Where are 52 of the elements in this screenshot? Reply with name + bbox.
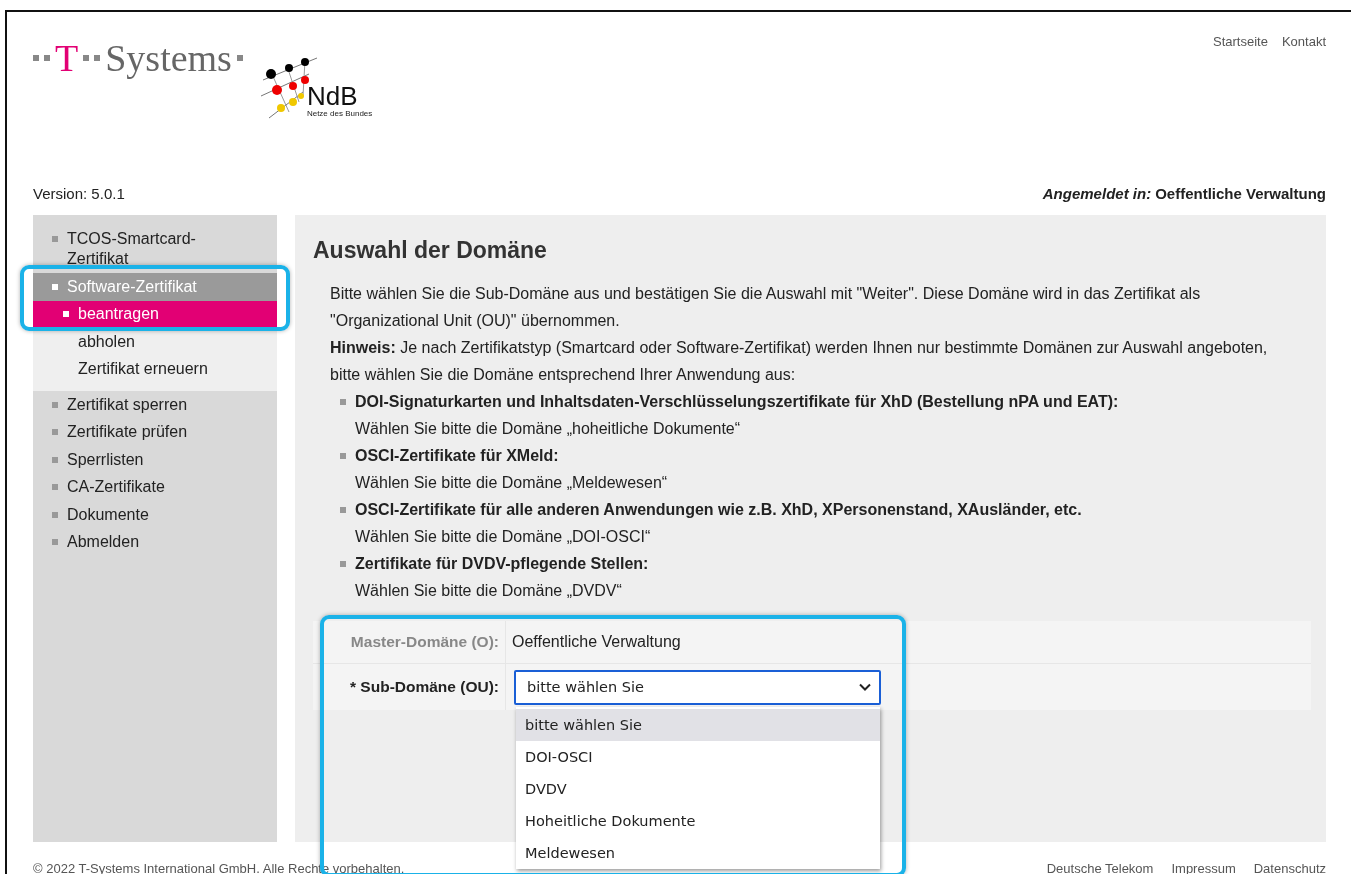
header-link[interactable]: Startseite [1213, 34, 1268, 172]
field-label: * Sub-Domäne (OU): [349, 678, 500, 696]
dropdown-option[interactable]: Meldewesen [516, 836, 880, 869]
bullet-icon [340, 561, 346, 567]
bullet-title: OSCI-Zertifikate für XMeld: [355, 446, 560, 466]
bullet-icon [340, 507, 346, 513]
bullet-icon [340, 399, 346, 405]
bullet-icon [52, 511, 58, 518]
sidebar-item[interactable]: Abmelden [33, 528, 277, 556]
sidebar-item[interactable]: TCOS-Smartcard-Zertifikat [33, 227, 277, 273]
bullet-text: Wählen Sie bitte die Domäne „DOI-OSCI“ [355, 528, 651, 545]
login-domain: Oeffentliche Verwaltung [1155, 185, 1326, 202]
header-link[interactable]: Kontakt [1281, 34, 1326, 172]
footer-link[interactable]: Deutsche Telekom [1046, 860, 1154, 874]
bullet-title: Zertifikate für DVDV-pflegende Stellen: [355, 554, 649, 574]
bullet-icon [340, 453, 346, 459]
dropdown-option[interactable]: DVDV [516, 772, 880, 805]
bullet-title: OSCI-Zertifikate für alle anderen Anwendungen wie z.B. XhD, XPersonenstand, XAusländer, etc. [355, 500, 1082, 520]
bullet-icon [52, 283, 58, 290]
note-text: Hinweis: Je nach Zertifikatstyp (Smartcard oder Software-Zertifikat) werden Ihnen nur bestimmte Domänen zur Auswahl angeboten, bitte wählen Sie die Domäne entsprechend Ihrer Anwendung aus: [330, 338, 1269, 385]
sidebar-item[interactable]: Dokumente [33, 501, 277, 529]
sidebar-item[interactable]: Sperrlisten [33, 446, 277, 474]
login-label: Angemeldet in: [1042, 185, 1152, 202]
t-systems-logo: T Systems [33, 38, 243, 78]
bullet-icon [63, 311, 69, 318]
bullet-icon [52, 456, 58, 463]
bullet-icon [52, 429, 58, 436]
dropdown-option[interactable]: bitte wählen Sie [516, 708, 880, 741]
field-label: Master-Domäne (O): [349, 633, 500, 651]
bullet-icon [52, 484, 58, 491]
chevron-down-icon [859, 683, 871, 691]
intro-text: Bitte wählen Sie die Sub-Domäne aus und bestätigen Sie die Auswahl mit "Weiter". Diese Domäne wird in das Zertifikat als "Organizational Unit (OU)" übernommen. [330, 284, 1202, 331]
bullet-icon [52, 539, 58, 546]
sidebar-item[interactable]: Zertifikat sperren [33, 391, 277, 419]
sidebar-subitem[interactable]: beantragen [33, 300, 277, 328]
sidebar-subitem[interactable]: Zertifikat erneuern [33, 355, 277, 383]
sidebar-subitem[interactable]: abholen [33, 328, 277, 356]
bullet-text: Wählen Sie bitte die Domäne „Meldewesen“ [355, 474, 668, 491]
field-value: Oeffentliche Verwaltung [512, 633, 681, 651]
sidebar-item[interactable]: Zertifikate prüfen [33, 418, 277, 446]
bullet-text: Wählen Sie bitte die Domäne „DVDV“ [355, 582, 622, 599]
page-title: Auswahl der Domäne [313, 237, 548, 264]
bullet-text: Wählen Sie bitte die Domäne „hoheitliche Dokumente“ [355, 420, 741, 437]
bullet-icon [52, 236, 58, 242]
footer-link[interactable]: Datenschutz [1253, 860, 1326, 874]
bullet-title: DOI-Signaturkarten und Inhaltsdaten-Verschlüsselungszertifikate für XhD (Bestellung nPA und EAT): [355, 392, 1119, 412]
version-label: Version: 5.0.1 [33, 185, 125, 202]
bullet-icon [52, 401, 58, 408]
dropdown-option[interactable]: DOI-OSCI [516, 740, 880, 773]
ndb-logo: NdB Netze des Bundes [258, 52, 373, 122]
sidebar-item[interactable]: CA-Zertifikate [33, 473, 277, 501]
dropdown-option[interactable]: Hoheitliche Dokumente [516, 804, 880, 837]
